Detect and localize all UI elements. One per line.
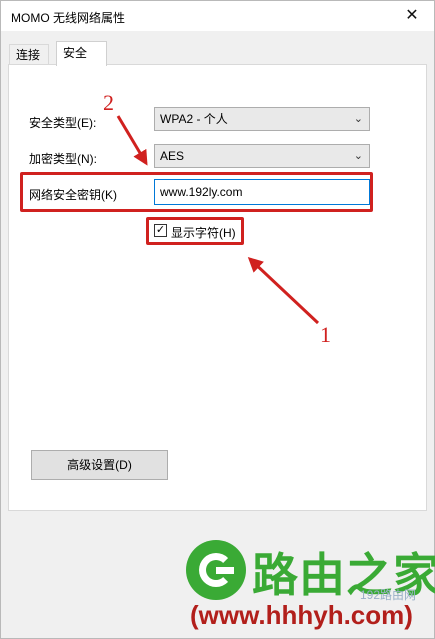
window-title: MOMO 无线网络属性: [11, 11, 125, 25]
annotation-number-1: 1: [320, 322, 331, 347]
security-type-value: WPA2 - 个人: [160, 112, 228, 126]
encryption-type-label: 加密类型(N):: [29, 152, 97, 166]
watermark-url: (www.hhhyh.com): [190, 600, 413, 630]
encryption-type-select[interactable]: AES ⌄: [154, 144, 370, 168]
tab-security[interactable]: 安全: [56, 41, 107, 66]
security-type-select[interactable]: WPA2 - 个人 ⌄: [154, 107, 370, 131]
watermark-logo-icon: [186, 540, 246, 600]
advanced-settings-button[interactable]: 高级设置(D): [31, 450, 168, 480]
security-panel: [8, 64, 427, 511]
security-type-label: 安全类型(E):: [29, 116, 97, 130]
highlight-box-key: [20, 172, 373, 212]
tab-connection[interactable]: 连接: [9, 44, 49, 66]
highlight-box-checkbox: [146, 217, 244, 245]
chevron-down-icon: ⌄: [353, 113, 363, 125]
annotation-number-2: 2: [103, 90, 114, 115]
title-bar: MOMO 无线网络属性 ✕: [1, 1, 434, 31]
chevron-down-icon: ⌄: [353, 150, 363, 162]
encryption-type-value: AES: [160, 149, 185, 163]
close-button[interactable]: ✕: [390, 1, 434, 31]
